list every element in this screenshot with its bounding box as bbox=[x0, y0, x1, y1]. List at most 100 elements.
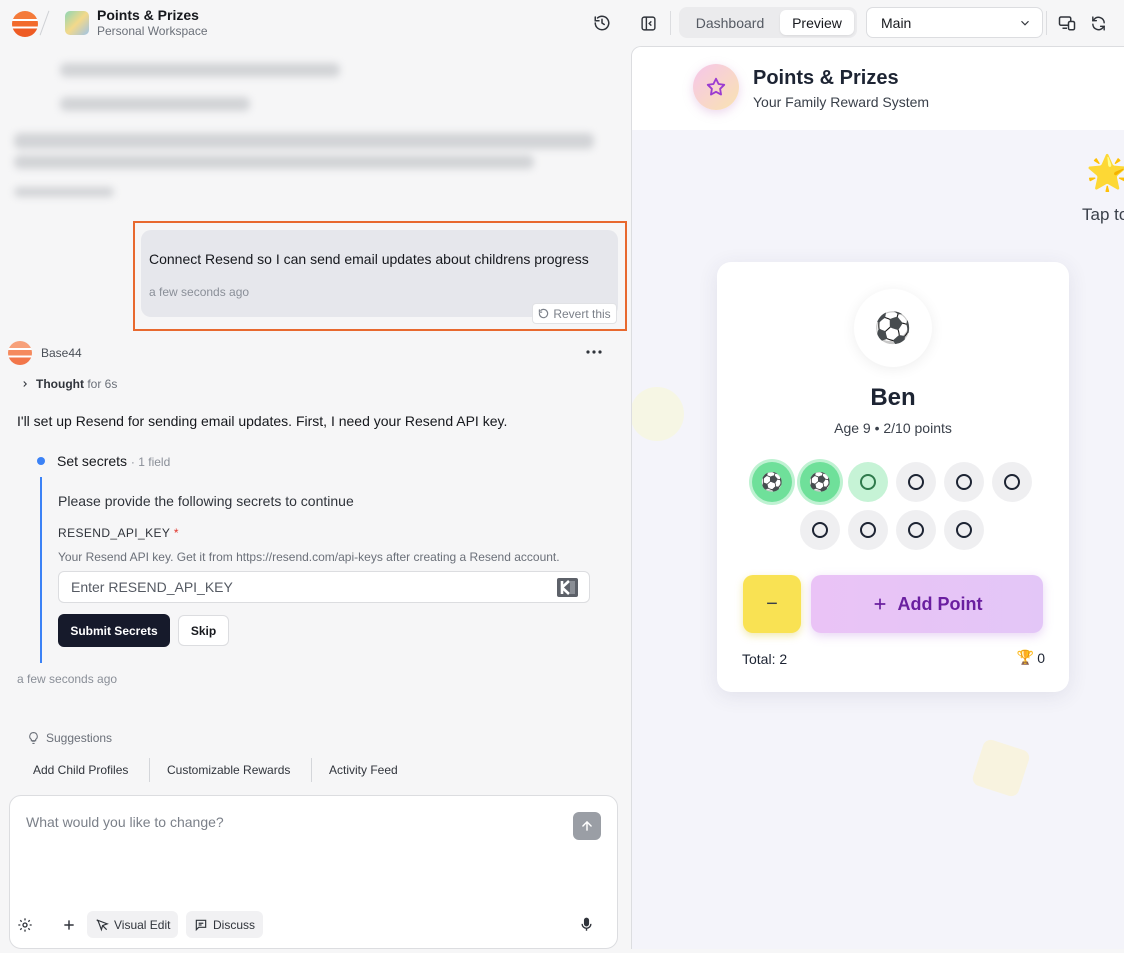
tap-hint: Tap to bbox=[1082, 205, 1124, 224]
child-name: Ben bbox=[870, 384, 916, 411]
decor-circle bbox=[632, 387, 684, 441]
top-bar: Points & Prizes Personal Workspace Dashb… bbox=[0, 0, 1124, 46]
empty-point-ring bbox=[1004, 474, 1020, 490]
composer-placeholder[interactable]: What would you like to change? bbox=[26, 814, 224, 830]
secret-key-name: RESEND_API_KEY bbox=[58, 526, 171, 540]
empty-point-ring bbox=[860, 522, 876, 538]
message-icon bbox=[195, 919, 207, 931]
device-preview-icon[interactable] bbox=[1055, 11, 1079, 35]
suggestion-chip[interactable]: Add Child Profiles bbox=[33, 763, 128, 777]
history-icon[interactable] bbox=[590, 11, 614, 35]
password-manager-icon[interactable] bbox=[557, 578, 578, 597]
point-slot bbox=[896, 510, 936, 550]
suggestion-chip[interactable]: Customizable Rewards bbox=[167, 763, 290, 777]
step-status-dot bbox=[37, 457, 45, 465]
bot-message-text: I'll set up Resend for sending email upd… bbox=[17, 413, 508, 429]
point-slot bbox=[944, 462, 984, 502]
chip-divider bbox=[149, 758, 150, 782]
thought-toggle[interactable]: Thought for 6s bbox=[20, 377, 117, 391]
point-slot bbox=[848, 462, 888, 502]
step-meta: · 1 field bbox=[130, 455, 171, 469]
microphone-button[interactable] bbox=[579, 911, 597, 938]
empty-point-ring bbox=[956, 522, 972, 538]
empty-point-ring bbox=[956, 474, 972, 490]
send-button[interactable] bbox=[573, 812, 601, 840]
empty-point-ring bbox=[860, 474, 876, 490]
discuss-button[interactable]: Discuss bbox=[186, 911, 264, 938]
glowing-star-icon: 🌟 bbox=[1086, 153, 1124, 193]
toolbar-divider bbox=[1046, 11, 1047, 35]
empty-point-ring bbox=[908, 522, 924, 538]
tab-preview[interactable]: Preview bbox=[780, 10, 854, 35]
secret-key-help: Your Resend API key. Get it from https:/… bbox=[58, 550, 560, 564]
point-slot bbox=[848, 510, 888, 550]
settings-button[interactable] bbox=[17, 911, 37, 938]
star-logo-icon bbox=[693, 64, 739, 110]
branch-value: Main bbox=[881, 15, 912, 31]
point-slot bbox=[896, 462, 936, 502]
point-slot bbox=[992, 462, 1032, 502]
thought-label: Thought bbox=[36, 377, 84, 391]
point-slot: ⚽ bbox=[752, 462, 792, 502]
refresh-icon[interactable] bbox=[1086, 11, 1110, 35]
discuss-label: Discuss bbox=[213, 917, 256, 932]
trophy-count: 🏆 0 bbox=[1017, 649, 1045, 666]
app-thumbnail bbox=[65, 11, 89, 35]
point-slot: ⚽ bbox=[800, 462, 840, 502]
app-preview: Points & Prizes Your Family Reward Syste… bbox=[631, 46, 1124, 949]
preview-title: Points & Prizes bbox=[753, 67, 899, 89]
suggestions-label: Suggestions bbox=[46, 731, 113, 745]
secret-key-label: RESEND_API_KEY * bbox=[58, 526, 179, 540]
view-toggle: Dashboard Preview bbox=[679, 7, 857, 38]
secrets-intro: Please provide the following secrets to … bbox=[58, 493, 354, 509]
chevron-right-icon bbox=[23, 381, 27, 387]
point-slot bbox=[800, 510, 840, 550]
trophy-icon: 🏆 bbox=[1016, 649, 1035, 665]
add-point-button[interactable]: Add Point bbox=[811, 575, 1043, 633]
decor-square bbox=[970, 737, 1032, 799]
submit-secrets-button[interactable]: Submit Secrets bbox=[58, 614, 170, 647]
step-line bbox=[40, 477, 42, 663]
app-title[interactable]: Points & Prizes bbox=[97, 7, 199, 23]
magic-cursor-icon bbox=[96, 918, 109, 932]
tab-dashboard[interactable]: Dashboard bbox=[683, 10, 777, 35]
arrow-up-icon bbox=[582, 820, 592, 831]
skip-button[interactable]: Skip bbox=[178, 615, 229, 646]
suggestions-header: Suggestions bbox=[27, 731, 112, 745]
add-point-label: Add Point bbox=[897, 593, 983, 614]
workspace-name: Personal Workspace bbox=[97, 24, 208, 38]
blurred-previous-messages bbox=[10, 55, 615, 205]
remove-point-button[interactable]: − bbox=[743, 575, 801, 633]
bot-avatar bbox=[8, 341, 32, 365]
plus-icon bbox=[874, 598, 885, 610]
child-card: ⚽ Ben Age 9 • 2/10 points ⚽ ⚽ − Add Point… bbox=[717, 262, 1069, 692]
step-title-label: Set secrets bbox=[57, 453, 128, 469]
revert-icon bbox=[539, 308, 549, 319]
collapse-panel-icon[interactable] bbox=[636, 11, 660, 35]
bot-name: Base44 bbox=[41, 346, 82, 360]
branch-select[interactable]: Main bbox=[866, 7, 1043, 38]
thought-duration: for 6s bbox=[87, 377, 118, 391]
empty-point-ring bbox=[812, 522, 828, 538]
required-mark: * bbox=[173, 526, 179, 540]
add-attachment-button[interactable] bbox=[62, 911, 80, 938]
point-slot bbox=[944, 510, 984, 550]
visual-edit-button[interactable]: Visual Edit bbox=[87, 911, 179, 938]
preview-header: Points & Prizes Your Family Reward Syste… bbox=[632, 47, 1124, 130]
child-avatar[interactable]: ⚽ bbox=[854, 289, 932, 367]
more-options-icon[interactable] bbox=[582, 342, 606, 362]
base44-logo[interactable] bbox=[12, 11, 38, 37]
child-meta: Age 9 • 2/10 points bbox=[834, 420, 952, 436]
trophy-value: 0 bbox=[1037, 649, 1045, 666]
secret-key-input[interactable] bbox=[58, 571, 590, 603]
user-message-text: Connect Resend so I can send email updat… bbox=[149, 251, 589, 267]
points-total: Total: 2 bbox=[742, 651, 788, 667]
microphone-icon bbox=[581, 917, 592, 931]
suggestion-chip[interactable]: Activity Feed bbox=[329, 763, 398, 777]
bot-message-time: a few seconds ago bbox=[17, 672, 118, 686]
revert-button[interactable]: Revert this bbox=[532, 303, 617, 324]
visual-edit-label: Visual Edit bbox=[114, 917, 171, 932]
lightbulb-icon bbox=[29, 732, 38, 744]
revert-label: Revert this bbox=[553, 306, 611, 321]
gear-icon bbox=[18, 917, 32, 932]
